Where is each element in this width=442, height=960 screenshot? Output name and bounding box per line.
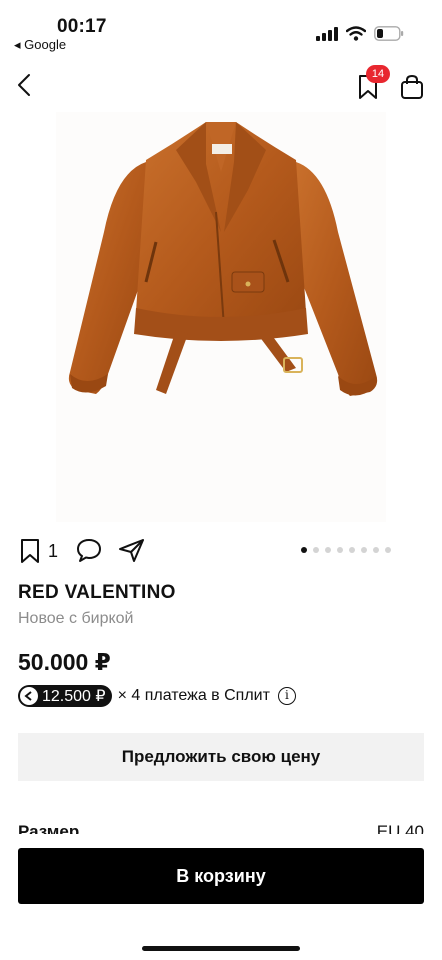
carousel-dot[interactable] <box>373 547 379 553</box>
back-to-app-link[interactable]: ◂ Google <box>14 37 66 53</box>
split-installment-pill: 12.500 ₽ <box>18 685 112 707</box>
product-condition: Новое с биркой <box>18 610 134 627</box>
favorites-count-badge: 14 <box>366 65 390 83</box>
product-actions: 1 <box>0 532 442 572</box>
top-nav-bar: 14 <box>0 62 442 110</box>
share-button[interactable] <box>118 537 146 568</box>
cart-button[interactable] <box>398 70 426 102</box>
size-label: Размер <box>18 822 80 834</box>
carousel-dot[interactable] <box>337 547 343 553</box>
carousel-dot[interactable] <box>313 547 319 553</box>
bottom-action-bar: В корзину <box>0 834 442 960</box>
comment-button[interactable] <box>75 537 103 568</box>
chevron-left-icon <box>18 74 30 96</box>
size-spec-row: Размер EU 40 <box>18 818 424 834</box>
carousel-dot[interactable] <box>361 547 367 553</box>
back-button[interactable] <box>10 70 38 100</box>
home-indicator[interactable] <box>142 946 300 951</box>
battery-icon <box>374 26 404 41</box>
carousel-dot[interactable] <box>349 547 355 553</box>
signal-icon <box>316 26 338 41</box>
carousel-dot[interactable] <box>385 547 391 553</box>
split-logo-icon <box>20 687 38 705</box>
shopping-bag-icon <box>401 74 423 99</box>
product-price: 50.000 ₽ <box>18 649 111 675</box>
split-description: × 4 платежа в Сплит <box>117 687 270 704</box>
bookmark-icon <box>21 539 39 563</box>
product-image[interactable] <box>56 112 386 522</box>
status-icons <box>316 26 404 41</box>
save-button[interactable] <box>20 538 40 569</box>
make-offer-button[interactable]: Предложить свою цену <box>18 733 424 781</box>
info-icon[interactable]: i <box>277 687 296 705</box>
carousel-dot[interactable] <box>301 547 307 553</box>
image-carousel-dots[interactable] <box>301 547 391 553</box>
status-time: 00:17 <box>57 16 107 37</box>
carousel-dot[interactable] <box>325 547 331 553</box>
add-to-cart-button[interactable]: В корзину <box>18 848 424 904</box>
comment-icon <box>77 539 101 562</box>
jacket-image <box>68 122 378 396</box>
size-value: EU 40 <box>376 822 424 834</box>
product-brand[interactable]: RED VALENTINO <box>18 582 176 604</box>
share-icon <box>119 539 144 562</box>
wifi-icon <box>346 26 366 41</box>
saves-count: 1 <box>48 541 59 561</box>
status-bar: 00:17 ◂ Google <box>0 0 442 60</box>
split-payment-row[interactable]: 12.500 ₽ × 4 платежа в Сплит i <box>18 684 296 708</box>
split-installment-amount: 12.500 ₽ <box>42 688 106 705</box>
